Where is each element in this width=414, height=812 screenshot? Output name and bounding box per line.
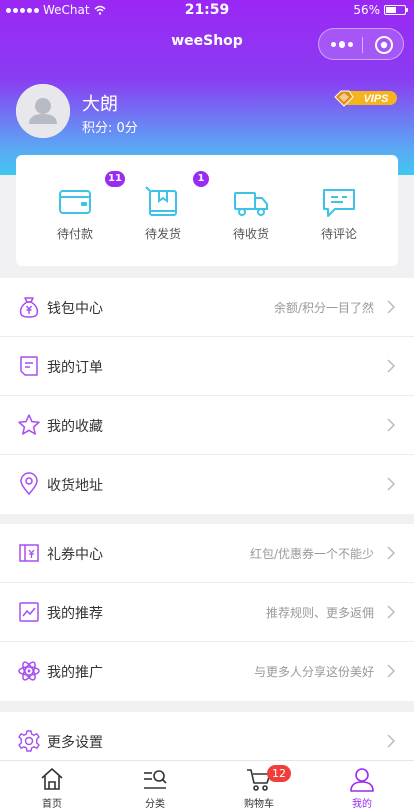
tab-home[interactable]: 首页 (0, 761, 104, 812)
battery-icon (384, 5, 408, 15)
tab-cart[interactable]: 12 购物车 (207, 761, 311, 812)
default-avatar-icon (16, 84, 70, 138)
wallet-icon (59, 190, 91, 214)
status-bar: WeChat 21:59 56% (0, 0, 414, 22)
menu-item-recommend[interactable]: 我的推荐 推荐规则、更多返佣 (0, 583, 414, 642)
order-pending-payment[interactable]: 11 待付款 (29, 155, 125, 266)
capsule-divider (362, 37, 363, 53)
menu-item-favorites[interactable]: 我的收藏 (0, 396, 414, 455)
menu-item-label: 更多设置 (47, 735, 103, 751)
menu-item-label: 收货地址 (47, 478, 103, 494)
menu-item-label: 礼券中心 (47, 547, 103, 563)
menu-item-label: 我的推荐 (47, 606, 103, 622)
menu-item-label: 我的订单 (47, 360, 103, 376)
menu-item-address[interactable]: 收货地址 (0, 455, 414, 514)
chevron-right-icon (387, 605, 396, 619)
chevron-right-icon (387, 359, 396, 373)
user-name: 大朗 (82, 94, 118, 115)
menu-item-hint: 推荐规则、更多返佣 (265, 606, 374, 620)
close-target-icon[interactable] (374, 35, 394, 55)
order-icon (20, 356, 38, 376)
vip-badge[interactable]: VIPS (333, 88, 399, 108)
menu-item-hint: 红包/优惠券一个不能少 (249, 547, 374, 561)
clock: 21:59 (184, 2, 230, 18)
comment-icon (323, 189, 355, 217)
tab-label: 分类 (145, 799, 165, 810)
chevron-right-icon (387, 418, 396, 432)
chevron-right-icon (387, 734, 396, 748)
chart-icon (19, 602, 39, 622)
battery-info: 56% (353, 3, 408, 17)
truck-icon (234, 192, 268, 216)
tab-label: 购物车 (244, 799, 274, 810)
chevron-right-icon (387, 664, 396, 678)
menu-item-label: 我的收藏 (47, 419, 103, 435)
avatar[interactable] (16, 84, 70, 138)
more-dots-icon[interactable] (331, 39, 353, 49)
money-bag-icon (19, 297, 39, 318)
menu-item-wallet[interactable]: 钱包中心 余额/积分一目了然 (0, 278, 414, 337)
menu-group-promotion: 礼券中心 红包/优惠券一个不能少 我的推荐 推荐规则、更多返佣 我的推广 与更多… (0, 524, 414, 701)
tab-category[interactable]: 分类 (103, 761, 207, 812)
gear-icon (18, 730, 40, 752)
menu-item-hint: 余额/积分一目了然 (273, 301, 374, 315)
category-icon (144, 770, 167, 789)
vip-badge-text: VIPS (363, 93, 389, 105)
order-label: 待发货 (144, 227, 181, 241)
bottom-tab-bar: 首页 分类 12 购物车 我的 (0, 760, 414, 812)
order-pending-review[interactable]: 待评论 (293, 155, 385, 266)
menu-item-hint: 与更多人分享这份美好 (253, 665, 374, 679)
tab-mine[interactable]: 我的 (310, 761, 414, 812)
order-pending-shipment[interactable]: 1 待发货 (117, 155, 209, 266)
cart-count-badge: 12 (267, 765, 291, 782)
order-status-card: 11 待付款 1 待发货 待收货 待评论 (16, 155, 398, 266)
menu-item-label: 我的推广 (47, 665, 103, 681)
order-pending-receipt[interactable]: 待收货 (205, 155, 297, 266)
menu-item-promote[interactable]: 我的推广 与更多人分享这份美好 (0, 642, 414, 701)
order-label: 待评论 (320, 227, 357, 241)
home-icon (41, 768, 63, 790)
location-icon (20, 472, 38, 496)
menu-item-label: 钱包中心 (47, 301, 103, 317)
package-icon (145, 186, 177, 216)
menu-group-account: 钱包中心 余额/积分一目了然 我的订单 我的收藏 收货地址 (0, 278, 414, 514)
atom-icon (18, 661, 40, 681)
user-points: 积分: 0分 (82, 121, 138, 136)
menu-item-coupons[interactable]: 礼券中心 红包/优惠券一个不能少 (0, 524, 414, 583)
tab-label: 首页 (42, 799, 62, 810)
tab-label: 我的 (352, 799, 372, 810)
chevron-right-icon (387, 477, 396, 491)
user-icon (350, 768, 374, 792)
order-label: 待付款 (56, 227, 93, 241)
battery-percent: 56% (353, 3, 380, 17)
coupon-icon (19, 544, 39, 562)
star-icon (18, 414, 40, 435)
menu-item-orders[interactable]: 我的订单 (0, 337, 414, 396)
chevron-right-icon (387, 546, 396, 560)
mini-program-capsule (318, 28, 404, 60)
order-label: 待收货 (232, 227, 269, 241)
chevron-right-icon (387, 300, 396, 314)
